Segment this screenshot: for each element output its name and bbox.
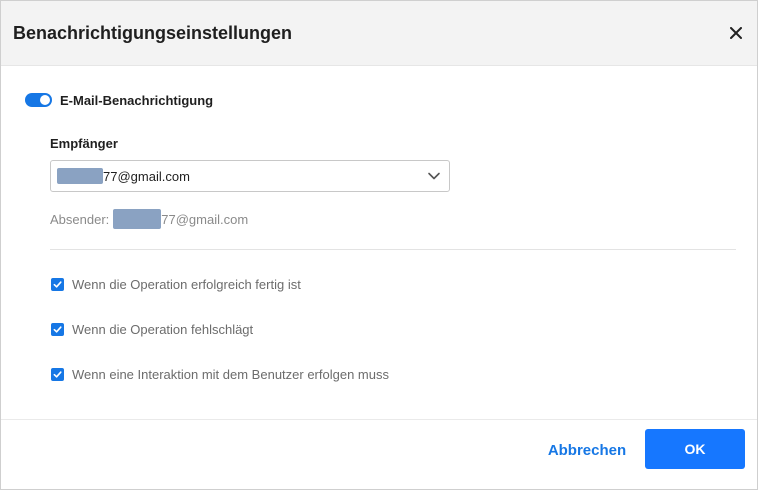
checkbox-failure[interactable] — [51, 322, 64, 336]
option-label: Wenn eine Interaktion mit dem Benutzer e… — [72, 366, 389, 382]
checkmark-icon — [53, 370, 62, 378]
notification-settings-dialog: Benachrichtigungseinstellungen E-Mail-Be… — [0, 0, 758, 490]
option-success[interactable]: Wenn die Operation erfolgreich fertig is… — [51, 275, 301, 293]
footer-divider — [1, 419, 757, 420]
sender-label: Absender: — [50, 211, 110, 227]
dialog-title: Benachrichtigungseinstellungen — [13, 23, 293, 43]
option-interaction[interactable]: Wenn eine Interaktion mit dem Benutzer e… — [51, 365, 389, 383]
sender-info: Absender: 77@gmail.com — [50, 209, 248, 229]
redacted-text — [57, 168, 103, 184]
checkbox-interaction[interactable] — [51, 367, 64, 381]
checkmark-icon — [53, 280, 62, 288]
email-notification-row: E-Mail-Benachrichtigung — [25, 89, 213, 111]
email-notification-label: E-Mail-Benachrichtigung — [60, 92, 214, 108]
close-icon — [730, 27, 742, 39]
dialog-header: Benachrichtigungseinstellungen — [1, 1, 757, 66]
toggle-knob — [40, 95, 50, 105]
divider — [50, 249, 736, 250]
chevron-down-icon — [428, 172, 440, 180]
email-notification-toggle[interactable] — [25, 93, 52, 107]
recipient-select[interactable]: 77@gmail.com — [50, 160, 450, 192]
redacted-text — [113, 209, 162, 229]
checkmark-icon — [53, 325, 62, 333]
close-button[interactable] — [724, 21, 748, 45]
recipient-label: Empfänger — [50, 136, 118, 151]
sender-value: 77@gmail.com — [161, 211, 249, 227]
checkbox-success[interactable] — [51, 277, 64, 291]
ok-button[interactable]: OK — [645, 429, 745, 469]
option-label: Wenn die Operation fehlschlägt — [72, 321, 254, 337]
option-label: Wenn die Operation erfolgreich fertig is… — [72, 276, 301, 292]
cancel-button[interactable]: Abbrechen — [539, 431, 635, 469]
recipient-value: 77@gmail.com — [103, 168, 190, 184]
option-failure[interactable]: Wenn die Operation fehlschlägt — [51, 320, 253, 338]
